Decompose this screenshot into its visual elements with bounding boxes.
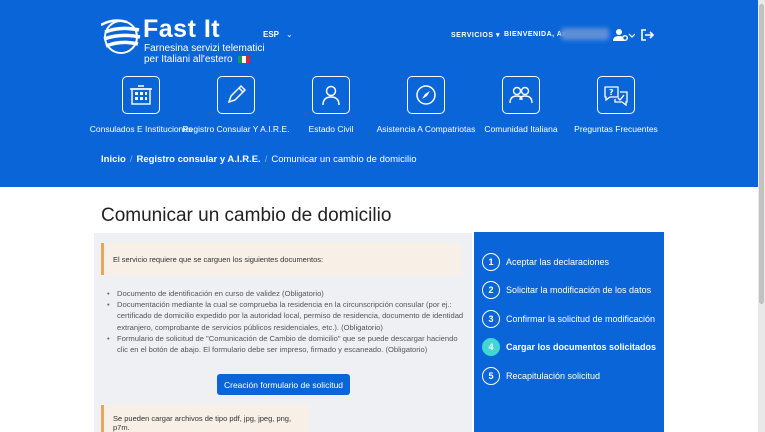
list-item: Formulario de solicitud de "Comunicación…: [105, 333, 465, 355]
brand-subtitle-1: Farnesina servizi telematici: [144, 43, 265, 54]
welcome-user-text: BIENVENIDA, An: [504, 31, 568, 38]
redacted-username: [561, 28, 609, 40]
nav-asistencia[interactable]: Asistencia A Compatriotas: [371, 76, 481, 135]
step-4-active: 4 Cargar los documentos solicitados: [482, 337, 656, 357]
nav-consulados[interactable]: Consulados E Instituciones: [86, 76, 196, 135]
nav-label: Estado Civil: [308, 124, 354, 134]
page-title: Comunicar un cambio de domicilio: [101, 205, 392, 226]
svg-text:?: ?: [609, 88, 614, 97]
step-2: 2 Solicitar la modificación de los datos: [482, 280, 651, 300]
nav-estado-civil[interactable]: Estado Civil: [276, 76, 386, 135]
step-number: 4: [482, 338, 500, 356]
create-form-button[interactable]: Creación formulario de solicitud: [217, 374, 350, 395]
fast-it-logo[interactable]: Fast It Farnesina servizi telematici per…: [101, 14, 265, 65]
nav-label: Registro Consular Y A.I.R.E.: [182, 124, 290, 134]
step-3: 3 Confirmar la solicitud de modificación: [482, 309, 655, 329]
list-item: Documentación mediante la cual se compru…: [105, 299, 465, 333]
nav-preguntas[interactable]: ? Preguntas Frecuentes: [561, 76, 671, 135]
nav-registro-consular[interactable]: Registro Consular Y A.I.R.E.: [181, 76, 291, 135]
pencil-icon: [217, 76, 255, 114]
compass-icon: [407, 76, 445, 114]
chat-question-icon: ?: [597, 76, 635, 114]
breadcrumb-current: Comunicar un cambio de domicilio: [271, 154, 417, 165]
brand-subtitle-2: per Italiani all'estero: [144, 54, 250, 65]
step-number: 3: [482, 310, 500, 328]
documents-required-notice: El servicio requiere que se carguen los …: [101, 243, 461, 275]
logout-icon[interactable]: [640, 28, 654, 42]
nav-label: Asistencia A Compatriotas: [376, 124, 476, 134]
step-label: Recapitulación solicitud: [506, 371, 601, 381]
nav-label: Consulados E Instituciones: [89, 124, 193, 134]
step-1: 1 Aceptar las declaraciones: [482, 252, 609, 272]
chevron-down-icon[interactable]: ⌄: [286, 30, 293, 39]
progress-steps-panel: 1 Aceptar las declaraciones 2 Solicitar …: [474, 232, 664, 432]
step-label: Aceptar las declaraciones: [506, 257, 610, 267]
documents-panel: El servicio requiere que se carguen los …: [94, 233, 472, 432]
page-scrollbar[interactable]: [758, 0, 765, 432]
services-menu[interactable]: SERVICIOS ▾: [451, 31, 500, 39]
required-documents-list: Documento de identificación en curso de …: [105, 288, 465, 355]
language-selector[interactable]: ESP: [263, 30, 279, 39]
breadcrumb: Inicio / Registro consular y A.I.R.E. / Comu…: [101, 154, 417, 165]
step-number: 5: [482, 367, 500, 385]
building-icon: [122, 76, 160, 114]
user-settings-icon[interactable]: [613, 28, 635, 42]
nav-comunidad[interactable]: Comunidad Italiana: [466, 76, 576, 135]
breadcrumb-section[interactable]: Registro consular y A.I.R.E.: [136, 154, 260, 165]
step-label: Solicitar la modificación de los datos: [506, 285, 652, 295]
step-label: Cargar los documentos solicitados: [506, 342, 657, 352]
breadcrumb-home[interactable]: Inicio: [101, 154, 126, 165]
nav-label: Comunidad Italiana: [484, 124, 558, 134]
site-header: Fast It Farnesina servizi telematici per…: [0, 0, 758, 187]
step-label: Confirmar la solicitud de modificación: [506, 314, 656, 324]
scrollbar-thumb[interactable]: [759, 4, 764, 304]
list-item: Documento de identificación en curso de …: [105, 288, 465, 299]
breadcrumb-separator: /: [264, 154, 268, 165]
person-icon: [312, 76, 350, 114]
step-number: 1: [482, 253, 500, 271]
italian-flag-icon: [237, 55, 250, 63]
file-types-notice: Se pueden cargar archivos de tipo pdf, j…: [101, 405, 309, 432]
globe-logo-icon: [101, 19, 141, 54]
group-icon: [502, 76, 540, 114]
breadcrumb-separator: /: [129, 154, 133, 165]
nav-label: Preguntas Frecuentes: [574, 124, 658, 134]
brand-title: Fast It: [143, 15, 221, 43]
step-number: 2: [482, 281, 500, 299]
step-5: 5 Recapitulación solicitud: [482, 366, 600, 386]
